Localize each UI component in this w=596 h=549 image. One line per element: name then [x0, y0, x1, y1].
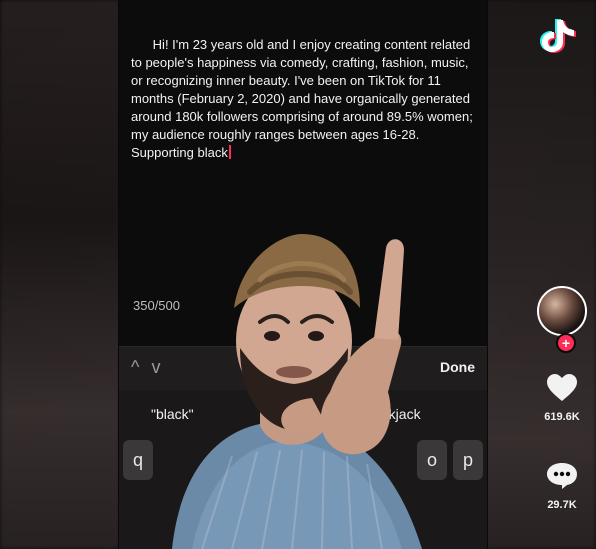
text-caret [228, 145, 231, 159]
key-q[interactable]: q [123, 440, 153, 480]
blurred-background-left [0, 0, 120, 549]
plus-icon[interactable]: + [556, 333, 576, 353]
like-action[interactable]: 619.6K [537, 372, 587, 423]
comment-count: 29.7K [547, 499, 577, 511]
comment-icon[interactable] [545, 460, 579, 490]
tiktok-icon[interactable] [540, 14, 580, 54]
comment-action[interactable]: 29.7K [537, 460, 587, 511]
creator-avatar[interactable] [537, 286, 587, 336]
heart-icon[interactable] [545, 372, 579, 402]
caption-editor[interactable]: Hi! I'm 23 years old and I enjoy creatin… [131, 18, 481, 180]
caption-text: Hi! I'm 23 years old and I enjoy creatin… [131, 37, 477, 160]
key-p[interactable]: p [453, 440, 483, 480]
person-overlay [172, 234, 422, 549]
like-count: 619.6K [544, 411, 580, 423]
chevron-up-icon[interactable]: ^ [131, 357, 151, 377]
tiktok-video-frame: Hi! I'm 23 years old and I enjoy creatin… [0, 0, 596, 549]
